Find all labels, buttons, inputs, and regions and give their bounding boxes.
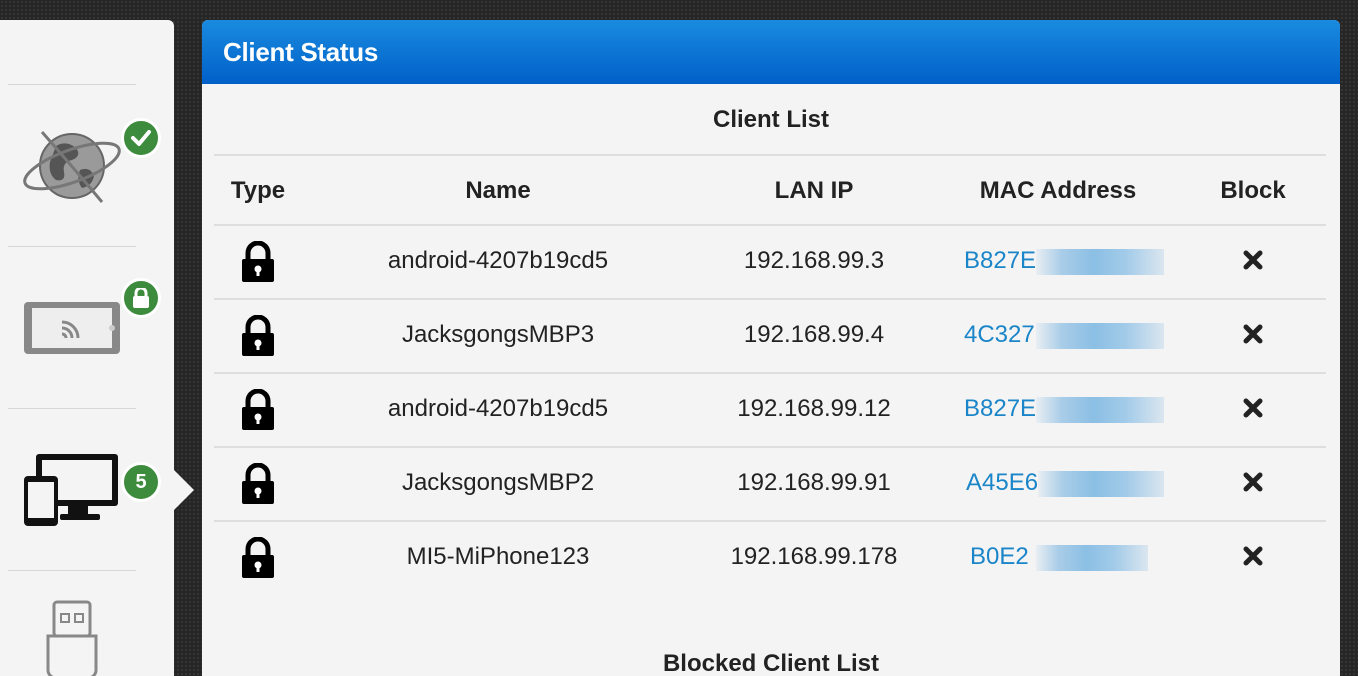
mac-redaction <box>1036 545 1148 571</box>
lock-icon <box>242 537 274 578</box>
divider <box>214 372 1326 374</box>
client-ip: 192.168.99.3 <box>743 247 885 274</box>
client-name: JacksgongsMBP3 <box>401 321 595 348</box>
client-mac[interactable]: B827E <box>964 247 1036 275</box>
block-close-icon[interactable] <box>1243 472 1263 492</box>
lock-icon <box>242 315 274 356</box>
client-name: JacksgongsMBP2 <box>401 469 595 496</box>
lock-icon <box>242 463 274 504</box>
mac-redaction <box>1036 249 1164 275</box>
column-header-block: Block <box>1220 177 1286 204</box>
sidebar-item-usb[interactable] <box>0 576 174 676</box>
sidebar-item-clients[interactable]: 5 <box>0 414 174 564</box>
client-ip: 192.168.99.178 <box>730 543 898 570</box>
sidebar-item-internet[interactable] <box>0 90 174 250</box>
client-status-panel: Client Status Client List Type Name LAN … <box>202 20 1340 676</box>
column-header-type: Type <box>230 177 286 204</box>
divider <box>214 154 1326 156</box>
client-mac[interactable]: B0E2 <box>970 543 1029 571</box>
lock-icon <box>242 241 274 282</box>
client-mac[interactable]: B827E <box>964 395 1036 423</box>
tablet-wifi-icon <box>24 302 120 354</box>
block-close-icon[interactable] <box>1243 398 1263 418</box>
client-mac[interactable]: 4C327 <box>964 321 1035 349</box>
devices-icon <box>24 454 118 526</box>
sidebar-separator <box>8 246 136 247</box>
lock-icon <box>121 278 161 318</box>
mac-redaction <box>1036 397 1164 423</box>
sidebar-separator <box>8 408 136 409</box>
sidebar: 5 <box>0 20 174 676</box>
column-header-mac: MAC Address <box>979 177 1137 204</box>
globe-icon <box>23 131 121 203</box>
client-count-badge: 5 <box>121 462 161 502</box>
block-close-icon[interactable] <box>1243 324 1263 344</box>
client-ip: 192.168.99.12 <box>737 395 891 422</box>
usb-icon <box>46 600 98 676</box>
blocked-client-list-title: Blocked Client List <box>662 650 880 676</box>
client-mac[interactable]: A45E6 <box>966 469 1038 497</box>
divider <box>214 224 1326 226</box>
client-name: android-4207b19cd5 <box>387 395 609 422</box>
client-name: android-4207b19cd5 <box>387 247 609 274</box>
client-list-title: Client List <box>712 106 829 133</box>
panel-title: Client Status <box>202 20 1340 84</box>
client-ip: 192.168.99.4 <box>743 321 885 348</box>
sidebar-separator <box>8 84 136 85</box>
divider <box>214 446 1326 448</box>
client-ip: 192.168.99.91 <box>737 469 891 496</box>
active-item-pointer <box>174 470 194 510</box>
sidebar-item-wireless[interactable] <box>0 252 174 402</box>
column-header-name: Name <box>465 177 531 204</box>
block-close-icon[interactable] <box>1243 546 1263 566</box>
lock-icon <box>242 389 274 430</box>
column-header-lan-ip: LAN IP <box>774 177 854 204</box>
check-icon <box>121 118 161 158</box>
client-name: MI5-MiPhone123 <box>406 543 590 570</box>
divider <box>214 520 1326 522</box>
divider <box>214 298 1326 300</box>
mac-redaction <box>1036 323 1164 349</box>
block-close-icon[interactable] <box>1243 250 1263 270</box>
sidebar-separator <box>8 570 136 571</box>
mac-redaction <box>1038 471 1164 497</box>
